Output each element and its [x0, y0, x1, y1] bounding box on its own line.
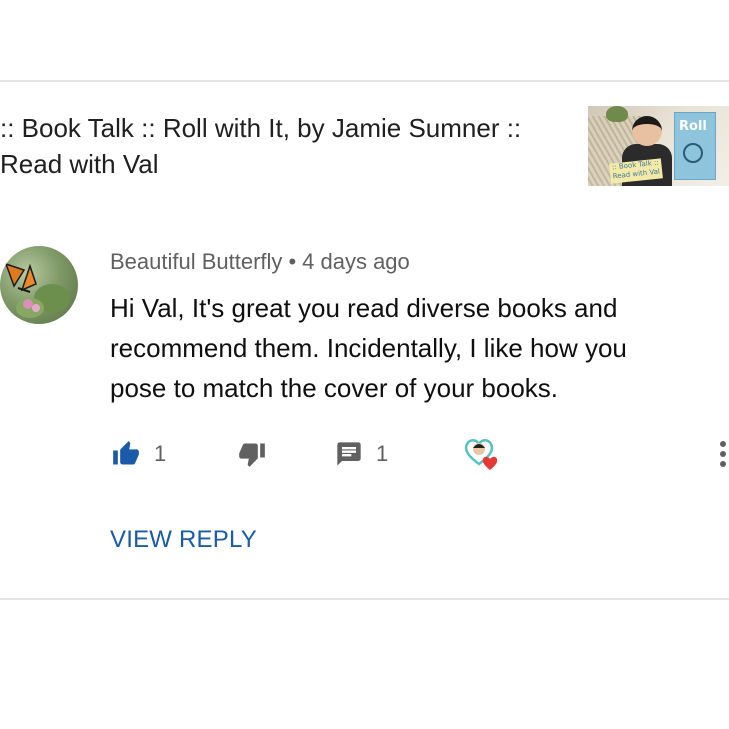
bottom-divider	[0, 598, 729, 600]
wheelchair-icon	[683, 143, 703, 163]
creator-heart	[462, 434, 502, 474]
comment-author[interactable]: Beautiful Butterfly	[110, 249, 282, 274]
comment-timestamp: 4 days ago	[302, 249, 410, 274]
like-button[interactable]: 1	[110, 434, 166, 474]
avatar[interactable]	[0, 246, 78, 324]
dislike-button[interactable]	[236, 434, 268, 474]
thumb-up-icon	[113, 441, 139, 465]
video-thumbnail[interactable]: :: Book Talk :: Read with Val Roll	[588, 106, 729, 186]
comment-icon	[337, 442, 361, 466]
comment-page: :: Book Talk :: Roll with It, by Jamie S…	[0, 0, 729, 729]
top-divider	[0, 80, 729, 82]
like-count: 1	[154, 441, 167, 466]
thumb-down-icon	[239, 443, 265, 467]
thumbnail-book: Roll	[674, 112, 716, 180]
more-options-button[interactable]	[716, 434, 729, 474]
reply-button[interactable]: 1	[334, 434, 388, 474]
view-reply-button[interactable]: VIEW REPLY	[110, 526, 257, 554]
thumbnail-plant	[606, 106, 628, 122]
comment-text: Hi Val, It's great you read diverse book…	[110, 293, 627, 403]
thumbnail-book-title: Roll	[679, 119, 707, 134]
video-title[interactable]: :: Book Talk :: Roll with It, by Jamie S…	[0, 110, 560, 182]
comment-header: Beautiful Butterfly • 4 days ago	[110, 248, 410, 276]
creator-heart-icon	[464, 439, 498, 470]
comment-actions: 1 1	[110, 434, 729, 474]
more-vert-icon	[719, 441, 726, 467]
thumbnail-person-head	[632, 116, 662, 146]
header-separator: •	[288, 249, 297, 274]
reply-count: 1	[376, 441, 389, 466]
butterfly-avatar-icon	[4, 262, 70, 318]
